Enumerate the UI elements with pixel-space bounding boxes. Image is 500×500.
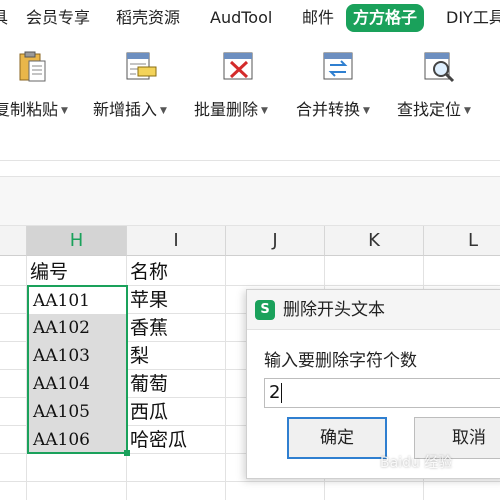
find-locate-tool-button[interactable]: 查找定位 ▼ (397, 50, 493, 120)
ok-button[interactable]: 确定 (287, 417, 387, 459)
chevron-down-icon[interactable]: ▼ (261, 106, 268, 116)
insert-tool-button[interactable]: 新增插入 ▼ (93, 50, 189, 120)
tab-member[interactable]: 会员专享 (26, 4, 90, 32)
tab-mail[interactable]: 邮件 (302, 4, 334, 32)
cell-h-header[interactable]: 编号 (27, 258, 126, 286)
merge-convert-tool-button[interactable]: 合并转换 ▼ (296, 50, 392, 120)
cell-i-2[interactable]: 苹果 (127, 286, 225, 314)
find-locate-icon (422, 50, 456, 84)
chevron-down-icon[interactable]: ▼ (464, 106, 471, 116)
tab-docer[interactable]: 稻壳资源 (116, 4, 180, 32)
insert-icon (124, 50, 158, 84)
cell-i-5[interactable]: 葡萄 (127, 370, 225, 398)
batch-delete-tool-button[interactable]: 批量删除 ▼ (194, 50, 290, 120)
tab-tools-partial[interactable]: 具 (0, 4, 8, 32)
tab-audtool[interactable]: AudTool (210, 4, 272, 32)
paste-icon (15, 50, 49, 84)
text-cursor (281, 383, 283, 403)
menu-tab-bar: 具 会员专享 稻壳资源 AudTool 邮件 方方格子 DIY工具 (0, 0, 500, 36)
paste-tool-label: 复制粘贴 (0, 100, 59, 119)
column-header-l[interactable]: L (424, 226, 500, 256)
batch-delete-tool-label: 批量删除 (194, 100, 259, 119)
cell-i-7[interactable]: 哈密瓜 (127, 426, 225, 454)
dialog-prompt-label: 输入要删除字符个数 (264, 351, 417, 371)
watermark: Baidu 经验 (380, 455, 453, 471)
char-count-value: 2 (269, 382, 281, 403)
chevron-down-icon[interactable]: ▼ (363, 106, 370, 116)
chevron-down-icon[interactable]: ▼ (160, 106, 167, 116)
batch-delete-icon (221, 50, 255, 84)
app-logo-icon: S (255, 300, 275, 320)
dialog-title: 删除开头文本 (283, 300, 385, 320)
merge-convert-icon (321, 50, 355, 84)
ribbon-divider (0, 160, 500, 161)
fill-handle[interactable] (124, 450, 130, 456)
delete-leading-text-dialog: S 删除开头文本 输入要删除字符个数 2 确定 取消 (246, 289, 500, 479)
grid-line (0, 481, 500, 482)
column-header-k[interactable]: K (325, 226, 424, 256)
dialog-title-bar[interactable]: S 删除开头文本 (247, 290, 500, 330)
cell-i-3[interactable]: 香蕉 (127, 314, 225, 342)
char-count-input[interactable]: 2 (264, 378, 500, 408)
ribbon: 复制粘贴 ▼ 新增插入 ▼ 批量删除 ▼ 合并转换 ▼ 查找定位 ▼ (0, 36, 500, 160)
chevron-down-icon[interactable]: ▼ (61, 106, 68, 116)
column-header-h[interactable]: H (27, 226, 127, 256)
cell-i-4[interactable]: 梨 (127, 342, 225, 370)
insert-tool-label: 新增插入 (93, 100, 158, 119)
cell-i-header[interactable]: 名称 (127, 258, 225, 286)
column-header-j[interactable]: J (226, 226, 325, 256)
cell-i-6[interactable]: 西瓜 (127, 398, 225, 426)
column-header-partial[interactable] (0, 226, 27, 256)
column-header-i[interactable]: I (127, 226, 226, 256)
paste-tool-button[interactable]: 复制粘贴 ▼ (0, 50, 90, 120)
find-locate-tool-label: 查找定位 (397, 100, 462, 119)
tab-fangfanggezi[interactable]: 方方格子 (346, 4, 425, 32)
formula-bar-area[interactable] (0, 177, 500, 225)
selection-range (27, 285, 128, 454)
tab-diy-tools[interactable]: DIY工具 (446, 4, 500, 32)
merge-convert-tool-label: 合并转换 (296, 100, 361, 119)
grid-line (225, 256, 226, 500)
